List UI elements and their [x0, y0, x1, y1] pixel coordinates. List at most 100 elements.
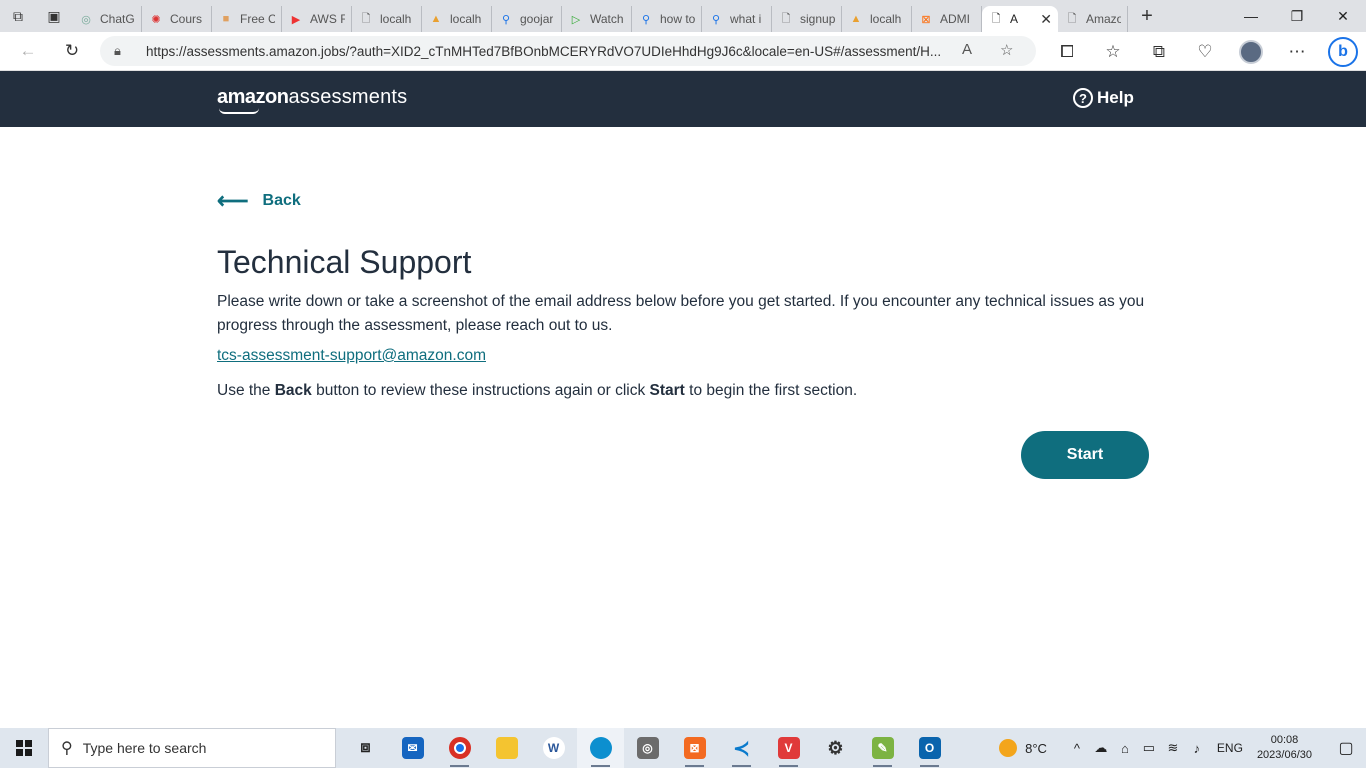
device-icon[interactable]: ⌂ — [1113, 741, 1137, 756]
onedrive-cloud-icon[interactable]: ☁ — [1089, 740, 1113, 756]
browser-tab[interactable]: ⚲ what i — [702, 6, 772, 32]
volume-icon[interactable]: ♪ — [1185, 741, 1209, 756]
windows-logo-icon — [16, 740, 32, 756]
favorites-icon[interactable]: ☆ — [1090, 32, 1136, 71]
clock-time: 00:08 — [1270, 734, 1299, 746]
circle-icon: ✺ — [151, 13, 161, 26]
task-view-icon[interactable]: ⧈ — [342, 728, 389, 768]
question-circle-icon: ? — [1073, 88, 1093, 108]
vscode-icon[interactable]: ≺ — [718, 728, 765, 768]
support-email-link[interactable]: tcs-assessment-support@amazon.com — [217, 347, 486, 365]
wifi-icon[interactable]: ≋ — [1161, 740, 1185, 756]
collections-icon[interactable]: ⧉ — [1136, 32, 1182, 71]
browser-tab-strip: ⧉ ▣ ◎ ChatG ✺ Cours ■ Free C ▶ AWS F 🗋 localh… — [0, 0, 1366, 32]
vivaldi-icon[interactable]: V — [765, 728, 812, 768]
chevron-up-icon[interactable]: ^ — [1065, 741, 1089, 756]
browser-tab[interactable]: 🗋 Amazo — [1058, 6, 1128, 32]
xampp-icon: ⊠ — [921, 13, 931, 26]
browser-tab[interactable]: ⚲ how to — [632, 6, 702, 32]
browser-tab[interactable]: ▲ localh — [842, 6, 912, 32]
minimize-icon[interactable]: — — [1228, 0, 1274, 32]
address-bar[interactable]: 🔒︎ https://assessments.amazon.jobs/?auth… — [100, 36, 1036, 66]
outlook-icon[interactable]: O — [906, 728, 953, 768]
close-window-icon[interactable]: ✕ — [1320, 0, 1366, 32]
amazon-assessments-logo[interactable]: amazonassessments — [217, 86, 407, 114]
page-icon: 🗋 — [991, 12, 1001, 25]
close-tab-icon[interactable]: ✕ — [1040, 11, 1052, 28]
window-controls: — ❐ ✕ — [1228, 0, 1366, 32]
chrome-icon[interactable] — [436, 728, 483, 768]
performance-icon[interactable]: ♡ — [1182, 32, 1228, 71]
windows-start-button[interactable] — [0, 728, 48, 768]
browser-tab[interactable]: ▲ localh — [422, 6, 492, 32]
lock-icon: 🔒︎ — [114, 43, 121, 58]
toolbar-right-icons: ⧠ ☆ ⧉ ♡ ⋯ b — [1044, 32, 1366, 71]
workspaces-icon[interactable]: ⧉ — [0, 0, 36, 32]
edge-icon[interactable] — [577, 728, 624, 768]
refresh-icon[interactable]: ↻ — [52, 32, 92, 71]
arrow-left-icon: ⟵ — [217, 188, 249, 213]
pma-icon: ▲ — [850, 13, 862, 25]
amazon-smile-icon — [219, 108, 259, 114]
back-arrow-icon[interactable]: ← — [8, 32, 48, 71]
pma-icon: ▲ — [430, 13, 442, 25]
notepad-icon[interactable]: ✎ — [859, 728, 906, 768]
weather-icon — [999, 739, 1018, 757]
page-icon: 🗋 — [781, 12, 791, 25]
browser-tab[interactable]: ■ Free C — [212, 6, 282, 32]
start-button[interactable]: Start — [1021, 431, 1149, 479]
xampp-icon[interactable]: ⊠ — [671, 728, 718, 768]
weather-widget[interactable]: 8°C — [999, 739, 1047, 757]
avatar — [1239, 39, 1263, 64]
settings-gear-icon[interactable]: ⚙ — [812, 728, 859, 768]
system-tray: 8°C ^ ☁ ⌂ ▭ ≋ ♪ ENG 00:08 2023/06/30 ▢ — [999, 728, 1366, 768]
search-icon: ⚲ — [641, 13, 651, 26]
back-link[interactable]: ⟵ Back — [217, 188, 301, 213]
instructions-paragraph: Please write down or take a screenshot o… — [217, 293, 1145, 334]
extensions-icon[interactable]: ⧠ — [1044, 32, 1090, 71]
notification-icon[interactable]: ▢ — [1326, 728, 1366, 768]
browser-toolbar: ← ↻ 🔒︎ https://assessments.amazon.jobs/?… — [0, 32, 1366, 71]
clock-date: 2023/06/30 — [1256, 749, 1312, 761]
page-title: Technical Support — [217, 244, 472, 280]
bing-chat-icon[interactable]: b — [1320, 32, 1366, 71]
profile-avatar[interactable] — [1228, 32, 1274, 71]
language-indicator[interactable]: ENG — [1217, 741, 1243, 755]
new-tab-button[interactable]: + — [1132, 0, 1162, 32]
browser-tab[interactable]: ◎ ChatG — [72, 6, 142, 32]
search-icon: ⚲ — [711, 13, 721, 26]
restore-icon[interactable]: ❐ — [1274, 0, 1320, 32]
browser-tab[interactable]: ⚲ goojar — [492, 6, 562, 32]
browser-tab[interactable]: ▶ AWS F — [282, 6, 352, 32]
mail-icon[interactable]: ✉ — [389, 728, 436, 768]
tab-actions-icon[interactable]: ▣ — [36, 0, 72, 32]
chatgpt-app-icon[interactable]: ◎ — [624, 728, 671, 768]
page-icon: 🗋 — [361, 12, 371, 25]
search-icon: ⚲ — [501, 13, 511, 26]
clock[interactable]: 00:08 2023/06/30 — [1257, 733, 1312, 763]
youtube-icon: ▶ — [291, 13, 301, 26]
browser-tab[interactable]: ⊠ ADMI — [912, 6, 982, 32]
taskbar-search-box[interactable]: ⚲ Type here to search — [48, 728, 336, 768]
site-header: amazonassessments ? Help — [0, 71, 1366, 127]
browser-tab[interactable]: 🗋 signup — [772, 6, 842, 32]
search-icon: ⚲ — [61, 740, 73, 757]
browser-tab[interactable]: ▷ Watch — [562, 6, 632, 32]
help-link[interactable]: ? Help — [1073, 88, 1134, 108]
browser-tab[interactable]: 🗋 localh — [352, 6, 422, 32]
read-aloud-icon[interactable]: A — [962, 41, 972, 58]
browser-tab[interactable]: ✺ Cours — [142, 6, 212, 32]
chatgpt-icon: ◎ — [81, 13, 91, 26]
windows-taskbar: ⚲ Type here to search ⧈ ✉ W ◎ ⊠ ≺ V ⚙ ✎ … — [0, 728, 1366, 768]
url-text[interactable]: https://assessments.amazon.jobs/?auth=XI… — [146, 44, 946, 59]
box-icon: ■ — [222, 13, 230, 25]
file-explorer-icon[interactable] — [483, 728, 530, 768]
battery-icon[interactable]: ▭ — [1137, 740, 1161, 756]
browser-tab-active[interactable]: 🗋 A ✕ — [982, 6, 1058, 32]
bing-icon: b — [1328, 36, 1358, 67]
word-app-icon[interactable]: W — [530, 728, 577, 768]
taskbar-apps: ⧈ ✉ W ◎ ⊠ ≺ V ⚙ ✎ O — [342, 728, 953, 768]
favorite-star-icon[interactable]: ☆ — [1000, 41, 1013, 59]
more-menu-icon[interactable]: ⋯ — [1274, 32, 1320, 71]
navigation-instructions: Use the Back button to review these inst… — [217, 382, 858, 399]
